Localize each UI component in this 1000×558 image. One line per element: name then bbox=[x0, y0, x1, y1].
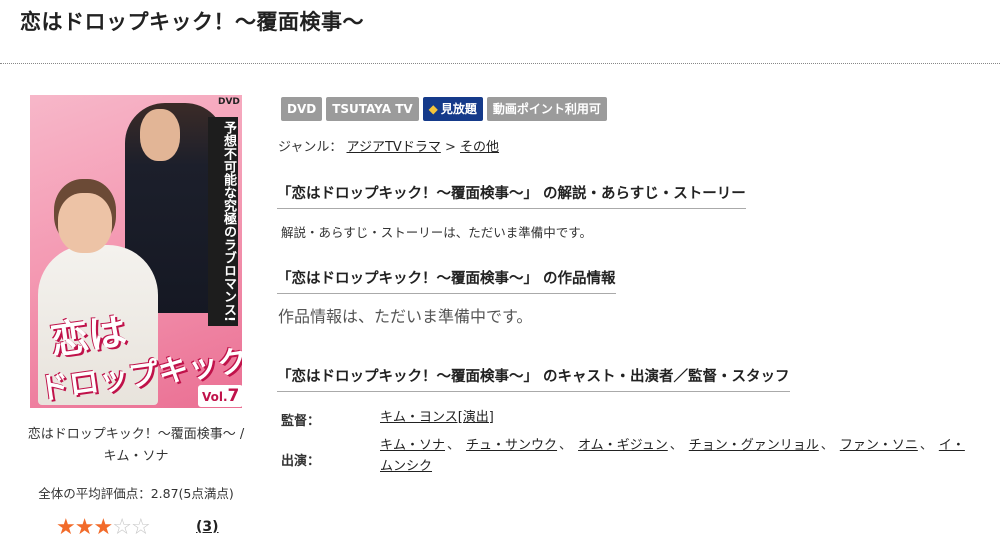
badge-mihoudai: ◆ 見放題 bbox=[422, 97, 483, 121]
genre-separator: > bbox=[444, 140, 456, 155]
star-filled-icon: ★ bbox=[74, 515, 95, 540]
director-label: 監督： bbox=[281, 414, 321, 429]
rating-stars: ★★★☆☆ bbox=[56, 515, 151, 540]
page-title: 恋はドロップキック！～覆面検事～ bbox=[20, 10, 364, 34]
genre-link-other[interactable]: その他 bbox=[460, 140, 499, 155]
cover-caption: 恋はドロップキック！～覆面検事～ / キム・ソナ bbox=[27, 427, 245, 464]
cast-separator: 、 bbox=[919, 438, 933, 453]
badge-dvd: DVD bbox=[281, 97, 323, 121]
director-list: キム・ヨンス[演出] bbox=[380, 407, 494, 428]
dvd-cover-image[interactable]: DVD 予想不可能な究極のラブロマンス! 恋は ドロップキック! Vol.7 bbox=[30, 95, 242, 408]
cover-vol-label: Vol. bbox=[202, 390, 228, 404]
cover-catch-copy: 予想不可能な究極のラブロマンス! bbox=[208, 117, 238, 326]
info-heading: 「恋はドロップキック！～覆面検事～」 の作品情報 bbox=[277, 267, 616, 294]
star-filled-icon: ★ bbox=[56, 515, 76, 540]
genre-label: ジャンル： bbox=[278, 140, 343, 155]
cast-heading: 「恋はドロップキック！～覆面検事～」 のキャスト・出演者／監督・スタッフ bbox=[277, 365, 790, 392]
cover-actress-face bbox=[58, 193, 112, 253]
cover-dvd-mark: DVD bbox=[218, 97, 240, 107]
star-empty-icon: ☆ bbox=[112, 515, 132, 540]
cast-label: 出演： bbox=[281, 454, 321, 469]
genre-breadcrumb: ジャンル： アジアTVドラマ > その他 bbox=[278, 136, 499, 155]
cover-vol-number: 7 bbox=[227, 386, 240, 406]
cast-member-link[interactable]: キム・ソナ bbox=[380, 438, 445, 453]
review-count-link[interactable]: (3) bbox=[196, 519, 219, 535]
genre-link-asia-tv-drama[interactable]: アジアTVドラマ bbox=[347, 140, 441, 155]
cast-separator: 、 bbox=[820, 438, 834, 453]
cast-separator: 、 bbox=[669, 438, 683, 453]
availability-badges: DVD TSUTAYA TV ◆ 見放題 動画ポイント利用可 bbox=[281, 97, 607, 121]
average-rating-text: 全体の平均評価点：2.87(5点満点) bbox=[38, 486, 234, 501]
dotted-divider bbox=[0, 63, 1000, 64]
diamond-icon: ◆ bbox=[428, 102, 438, 116]
cast-member-link[interactable]: チョン・グァンリョル bbox=[689, 438, 819, 453]
story-text: 解説・あらすじ・ストーリーは、ただいま準備中です。 bbox=[281, 225, 593, 240]
director-link[interactable]: キム・ヨンス[演出] bbox=[380, 410, 494, 425]
cast-separator: 、 bbox=[559, 438, 573, 453]
cast-member-link[interactable]: オム・ギジュン bbox=[578, 438, 668, 453]
cast-list: キム・ソナ、チュ・サンウク、オム・ギジュン、チョン・グァンリョル、ファン・ソニ、… bbox=[380, 435, 970, 477]
badge-douga-point: 動画ポイント利用可 bbox=[486, 97, 607, 121]
cover-actor-face bbox=[140, 109, 180, 161]
star-filled-icon: ★ bbox=[93, 515, 113, 540]
cover-volume: Vol.7 bbox=[198, 385, 242, 407]
cast-separator: 、 bbox=[447, 438, 461, 453]
info-text: 作品情報は、ただいま準備中です。 bbox=[278, 307, 533, 326]
badge-mihoudai-label: 見放題 bbox=[440, 102, 477, 116]
story-heading: 「恋はドロップキック！～覆面検事～」 の解説・あらすじ・ストーリー bbox=[277, 182, 746, 209]
star-empty-icon: ☆ bbox=[130, 515, 151, 540]
cast-member-link[interactable]: ファン・ソニ bbox=[840, 438, 918, 453]
cast-member-link[interactable]: チュ・サンウク bbox=[466, 438, 557, 453]
badge-tsutaya-tv: TSUTAYA TV bbox=[326, 97, 419, 121]
